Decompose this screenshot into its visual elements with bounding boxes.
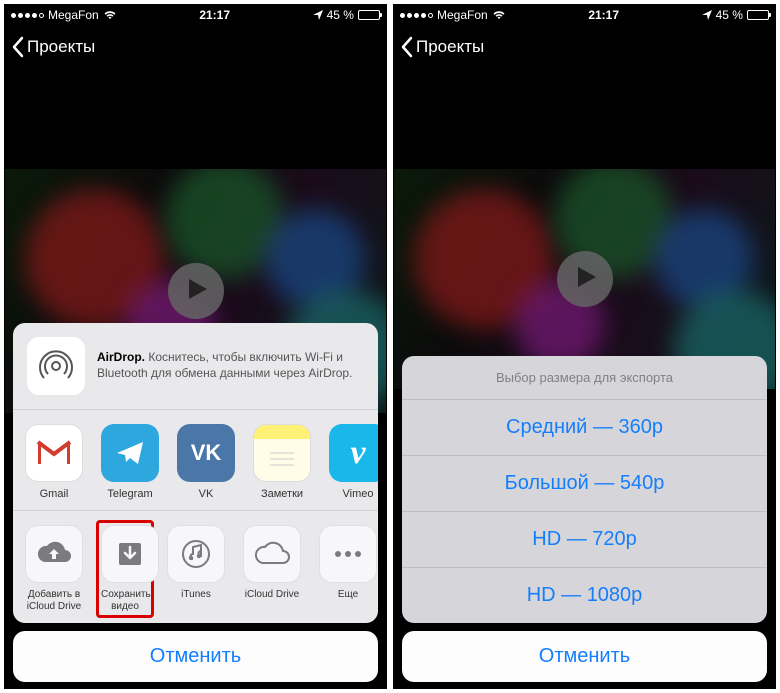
airdrop-text: AirDrop. Коснитесь, чтобы включить Wi-Fi… bbox=[97, 350, 364, 381]
play-button[interactable] bbox=[168, 263, 224, 319]
vimeo-icon: v bbox=[329, 424, 378, 482]
carrier-label: MegaFon bbox=[48, 8, 99, 22]
back-button[interactable]: Проекты bbox=[11, 36, 95, 58]
airdrop-section[interactable]: AirDrop. Коснитесь, чтобы включить Wi-Fi… bbox=[13, 323, 378, 410]
save-video-icon bbox=[101, 525, 159, 583]
battery-pct: 45 % bbox=[327, 8, 354, 22]
location-icon bbox=[702, 10, 712, 20]
export-option-540p[interactable]: Большой — 540p bbox=[402, 456, 767, 512]
screenshot-export-size: MegaFon 21:17 45 % Проекты bbox=[393, 4, 776, 689]
nav-bar: Проекты bbox=[5, 25, 386, 69]
telegram-icon bbox=[101, 424, 159, 482]
cancel-button[interactable]: Отменить bbox=[13, 631, 378, 682]
status-bar: MegaFon 21:17 45 % bbox=[5, 5, 386, 25]
time-label: 21:17 bbox=[199, 8, 230, 22]
wifi-icon bbox=[492, 10, 506, 20]
play-button[interactable] bbox=[557, 251, 613, 307]
gmail-icon bbox=[25, 424, 83, 482]
share-app-notes[interactable]: Заметки bbox=[253, 424, 311, 500]
export-title: Выбор размера для экспорта bbox=[402, 356, 767, 400]
share-sheet: AirDrop. Коснитесь, чтобы включить Wi-Fi… bbox=[5, 323, 386, 688]
action-more[interactable]: Еще bbox=[319, 525, 377, 613]
battery-icon bbox=[358, 10, 380, 20]
action-icloud-drive[interactable]: iCloud Drive bbox=[243, 525, 301, 613]
notes-icon bbox=[253, 424, 311, 482]
signal-dots-icon bbox=[400, 13, 433, 18]
battery-pct: 45 % bbox=[716, 8, 743, 22]
airdrop-icon bbox=[27, 337, 85, 395]
share-app-gmail[interactable]: Gmail bbox=[25, 424, 83, 500]
share-apps-row[interactable]: Gmail Telegram VK VK Заметки bbox=[13, 410, 378, 511]
nav-bar: Проекты bbox=[394, 25, 775, 69]
action-itunes[interactable]: iTunes bbox=[167, 525, 225, 613]
export-option-360p[interactable]: Средний — 360p bbox=[402, 400, 767, 456]
play-icon bbox=[572, 265, 598, 294]
chevron-left-icon bbox=[400, 36, 416, 58]
location-icon bbox=[313, 10, 323, 20]
carrier-label: MegaFon bbox=[437, 8, 488, 22]
cloud-upload-icon bbox=[25, 525, 83, 583]
more-icon bbox=[319, 525, 377, 583]
share-app-telegram[interactable]: Telegram bbox=[101, 424, 159, 500]
itunes-icon bbox=[167, 525, 225, 583]
share-app-vk[interactable]: VK VK bbox=[177, 424, 235, 500]
share-actions-row[interactable]: Добавить вiCloud Drive Сохранитьвидео iT… bbox=[13, 511, 378, 623]
cancel-button[interactable]: Отменить bbox=[402, 631, 767, 682]
screenshot-share-sheet: MegaFon 21:17 45 % Проекты bbox=[4, 4, 387, 689]
chevron-left-icon bbox=[11, 36, 27, 58]
back-label: Проекты bbox=[416, 37, 484, 57]
export-option-720p[interactable]: HD — 720p bbox=[402, 512, 767, 568]
action-add-icloud[interactable]: Добавить вiCloud Drive bbox=[25, 525, 83, 613]
play-icon bbox=[183, 277, 209, 306]
action-save-video[interactable]: Сохранитьвидео bbox=[96, 520, 154, 618]
time-label: 21:17 bbox=[588, 8, 619, 22]
share-app-vimeo[interactable]: v Vimeo bbox=[329, 424, 378, 500]
signal-dots-icon bbox=[11, 13, 44, 18]
export-size-sheet: Выбор размера для экспорта Средний — 360… bbox=[394, 356, 775, 688]
export-option-1080p[interactable]: HD — 1080p bbox=[402, 568, 767, 623]
icloud-icon bbox=[243, 525, 301, 583]
vk-icon: VK bbox=[177, 424, 235, 482]
wifi-icon bbox=[103, 10, 117, 20]
back-button[interactable]: Проекты bbox=[400, 36, 484, 58]
status-bar: MegaFon 21:17 45 % bbox=[394, 5, 775, 25]
back-label: Проекты bbox=[27, 37, 95, 57]
battery-icon bbox=[747, 10, 769, 20]
